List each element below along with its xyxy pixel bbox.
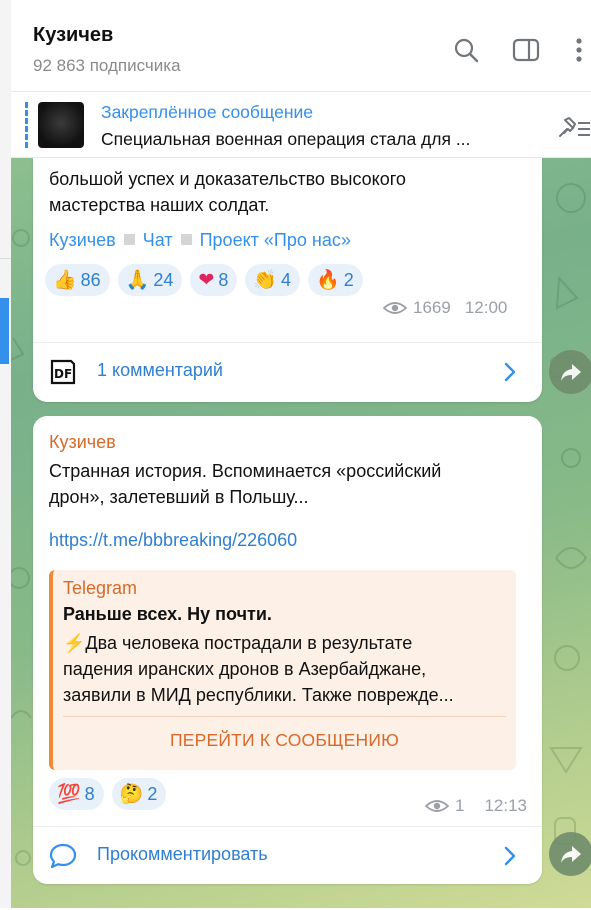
pinned-indicator	[25, 102, 28, 148]
comments-button[interactable]: DF 1 комментарий	[33, 344, 542, 400]
comment-label: Прокомментировать	[97, 844, 268, 864]
message-author[interactable]: Кузичев	[49, 432, 116, 453]
hundred-icon: 💯	[57, 783, 81, 805]
forward-icon	[561, 846, 581, 863]
views-count: 1	[455, 796, 465, 815]
comment-bubble-icon	[49, 843, 77, 869]
pray-icon: 🙏	[125, 269, 150, 291]
reaction-count: 24	[153, 269, 174, 290]
pinned-text: Специальная военная операция стала для .…	[101, 129, 471, 149]
divider	[33, 342, 542, 343]
reaction-count: 2	[147, 783, 158, 804]
forward-button[interactable]	[549, 350, 591, 394]
message-link[interactable]: https://t.me/bbbreaking/226060	[49, 530, 297, 551]
views-count: 1669	[413, 298, 451, 317]
forward-button[interactable]	[549, 832, 591, 876]
message-bubble[interactable]: большой успех и доказательство высокого …	[33, 158, 542, 402]
divider	[63, 716, 506, 717]
message-bubble[interactable]: Кузичев Странная история. Вспоминается «…	[33, 416, 542, 884]
message-time: 12:00	[464, 298, 508, 317]
clap-icon: 👏	[253, 269, 278, 291]
reaction-clap[interactable]: 👏 4	[245, 264, 301, 296]
subscriber-count: 92 863 подписчика	[33, 56, 181, 75]
reaction-count: 86	[80, 269, 101, 290]
views-eye-icon	[425, 800, 449, 812]
reaction-count: 8	[218, 269, 229, 290]
preview-line: заявили в МИД республики. Также поврежде…	[63, 685, 454, 705]
more-vertical-icon[interactable]	[565, 36, 591, 64]
message-text-line: дрон», залетевший в Польшу...	[49, 487, 309, 507]
comment-button[interactable]: Прокомментировать	[33, 828, 542, 884]
separator-square	[123, 234, 135, 245]
heart-icon: ❤	[198, 269, 215, 291]
reaction-fire[interactable]: 🔥 2	[308, 264, 363, 296]
search-icon[interactable]	[452, 36, 480, 64]
message-text-line: Странная история. Вспоминается «российск…	[49, 461, 442, 481]
reaction-heart[interactable]: ❤ 8	[190, 264, 238, 296]
separator-square	[180, 234, 192, 245]
commenter-avatar-icon: DF	[50, 359, 76, 385]
chevron-right-icon	[504, 362, 516, 382]
thinking-face-icon: 🤔	[119, 783, 144, 805]
sidebar-toggle-icon[interactable]	[512, 36, 540, 64]
svg-text:DF: DF	[54, 367, 72, 381]
message-meta: 1669 12:00	[383, 298, 507, 318]
message-text-line: мастерства наших солдат.	[49, 195, 270, 215]
divider	[33, 826, 542, 827]
reaction-thumbs-up[interactable]: 👍 86	[45, 264, 110, 296]
forward-icon	[561, 364, 581, 381]
message-time: 12:13	[484, 796, 528, 815]
preview-body: ⚡Два человека пострадали в результате па…	[63, 630, 513, 708]
chat-list-edge	[0, 0, 11, 910]
preview-line: падения иранских дронов в Азербайджане,	[63, 659, 427, 679]
fire-icon: 🔥	[316, 269, 340, 291]
reactions-row: 👍 86 🙏 24 ❤ 8 👏 4 🔥 2	[45, 264, 363, 296]
reaction-count: 2	[343, 269, 354, 290]
preview-line: ⚡Два человека пострадали в результате	[63, 633, 413, 653]
channel-title[interactable]: Кузичев	[33, 24, 113, 47]
reaction-pray[interactable]: 🙏 24	[117, 264, 183, 296]
tag-link[interactable]: Чат	[143, 230, 173, 250]
hashtag-links: Кузичев Чат Проект «Про нас»	[49, 230, 351, 251]
message-meta: 1 12:13	[425, 796, 527, 816]
reaction-thinking[interactable]: 🤔 2	[111, 778, 167, 810]
thumbs-up-icon: 👍	[53, 269, 77, 291]
pinned-list-icon[interactable]	[556, 114, 591, 140]
pinned-title: Закреплённое сообщение	[101, 102, 314, 122]
comments-count-label: 1 комментарий	[97, 360, 223, 380]
pinned-thumbnail	[38, 102, 84, 148]
chat-background: большой успех и доказательство высокого …	[11, 158, 591, 908]
chat-header: Кузичев 92 863 подписчика	[11, 0, 591, 92]
chevron-right-icon	[504, 846, 516, 866]
open-message-button[interactable]: ПЕРЕЙТИ К СООБЩЕНИЮ	[53, 730, 516, 751]
divider	[0, 258, 11, 259]
link-preview[interactable]: Telegram Раньше всех. Ну почти. ⚡Два чел…	[49, 570, 516, 770]
tag-link[interactable]: Кузичев	[49, 230, 116, 250]
selected-chat-indicator	[0, 298, 9, 364]
message-text-line: большой успех и доказательство высокого	[49, 169, 406, 189]
pinned-message-bar[interactable]: Закреплённое сообщение Специальная военн…	[11, 92, 591, 158]
views-eye-icon	[383, 302, 407, 314]
preview-source: Telegram	[63, 578, 138, 598]
tag-link[interactable]: Проект «Про нас»	[200, 230, 351, 250]
preview-title: Раньше всех. Ну почти.	[63, 604, 272, 624]
reaction-count: 4	[281, 269, 292, 290]
reactions-row: 💯 8 🤔 2	[49, 778, 167, 810]
reaction-hundred[interactable]: 💯 8	[49, 778, 104, 810]
reaction-count: 8	[84, 783, 95, 804]
